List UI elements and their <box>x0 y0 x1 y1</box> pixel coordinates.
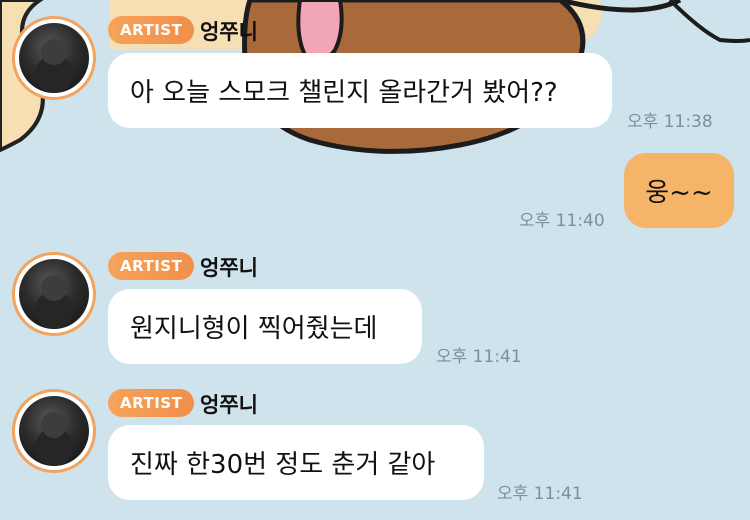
sender-avatar[interactable] <box>12 252 96 336</box>
artist-badge: ARTIST <box>108 252 195 280</box>
message-time: 오후 11:41 <box>436 347 522 367</box>
my-message-bubble[interactable]: 웅~~ <box>624 153 734 228</box>
artist-badge: ARTIST <box>108 16 195 44</box>
message-time: 오후 11:41 <box>497 484 583 504</box>
sender-name: 엉쭈니 <box>200 20 258 44</box>
avatar-photo <box>19 396 89 466</box>
sender-avatar[interactable] <box>12 16 96 100</box>
message-bubble[interactable]: 원지니형이 찍어줬는데 <box>108 289 422 364</box>
artist-badge: ARTIST <box>108 389 195 417</box>
message-time: 오후 11:38 <box>627 112 713 132</box>
sender-name: 엉쭈니 <box>200 393 258 417</box>
avatar-photo <box>19 259 89 329</box>
message-bubble[interactable]: 진짜 한30번 정도 춘거 같아 <box>108 425 484 500</box>
sender-avatar[interactable] <box>12 389 96 473</box>
sender-name: 엉쭈니 <box>200 256 258 280</box>
message-bubble[interactable]: 아 오늘 스모크 챌린지 올라간거 봤어?? <box>108 53 612 128</box>
message-time: 오후 11:40 <box>519 211 605 231</box>
avatar-photo <box>19 23 89 93</box>
